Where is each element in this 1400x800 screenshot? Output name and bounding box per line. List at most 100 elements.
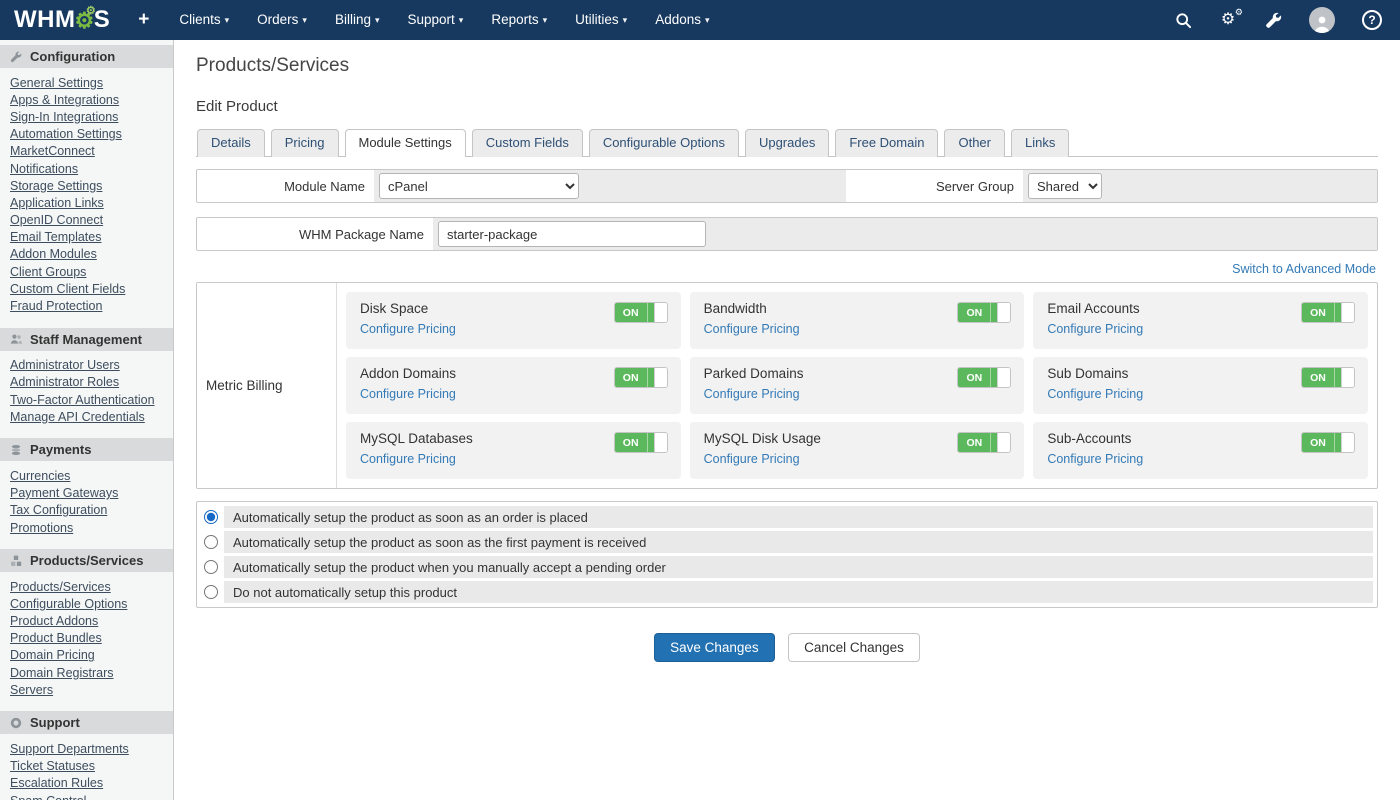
sidebar-item-administrator-roles[interactable]: Administrator Roles (0, 374, 173, 391)
sidebar-item-tax-configuration[interactable]: Tax Configuration (0, 502, 173, 519)
nav-item-billing[interactable]: Billing ▾ (321, 0, 394, 41)
sidebar-item-two-factor-authentication[interactable]: Two-Factor Authentication (0, 391, 173, 408)
toggle-knob (990, 368, 997, 387)
sidebar-item-manage-api-credentials[interactable]: Manage API Credentials (0, 408, 173, 425)
nav-item-label: Billing (335, 12, 371, 27)
sidebar-item-custom-client-fields[interactable]: Custom Client Fields (0, 280, 173, 297)
configure-pricing-link[interactable]: Configure Pricing (360, 322, 456, 336)
cancel-changes-button[interactable]: Cancel Changes (788, 633, 920, 662)
nav-item-label: Reports (491, 12, 538, 27)
metric-toggle[interactable]: ON (1301, 367, 1355, 388)
user-avatar[interactable] (1309, 7, 1335, 33)
sidebar-item-ticket-statuses[interactable]: Ticket Statuses (0, 758, 173, 775)
setup-option-row: Do not automatically setup this product (201, 581, 1373, 603)
metric-billing-label: Metric Billing (197, 283, 337, 488)
sidebar-item-fraud-protection[interactable]: Fraud Protection (0, 297, 173, 314)
setup-option-radio[interactable] (204, 510, 218, 524)
sidebar-item-storage-settings[interactable]: Storage Settings (0, 177, 173, 194)
configure-pricing-link[interactable]: Configure Pricing (360, 387, 456, 401)
sidebar-item-payment-gateways[interactable]: Payment Gateways (0, 485, 173, 502)
tab-configurable-options[interactable]: Configurable Options (589, 129, 739, 157)
nav-item-utilities[interactable]: Utilities▾ (561, 0, 641, 41)
automation-status-gears-icon[interactable]: ⚙⚙ (1219, 11, 1237, 29)
action-buttons: Save Changes Cancel Changes (196, 633, 1378, 662)
switch-advanced-mode-link[interactable]: Switch to Advanced Mode (1232, 262, 1376, 276)
nav-item-reports[interactable]: Reports▾ (477, 0, 561, 41)
sidebar-item-products-services[interactable]: Products/Services (0, 578, 173, 595)
server-group-select[interactable]: Shared (1028, 173, 1102, 199)
whm-package-name-input[interactable] (438, 221, 706, 247)
nav-item-orders[interactable]: Orders▾ (243, 0, 321, 41)
setup-option-radio[interactable] (204, 560, 218, 574)
tab-links[interactable]: Links (1011, 129, 1069, 157)
sidebar-item-support-departments[interactable]: Support Departments (0, 740, 173, 757)
module-name-select[interactable]: cPanel (379, 173, 579, 199)
sidebar-section-staff-management: Staff ManagementAdministrator UsersAdmin… (0, 328, 173, 428)
toggle-off-track (1341, 368, 1354, 387)
tab-module-settings[interactable]: Module Settings (345, 129, 466, 157)
sidebar-item-marketconnect[interactable]: MarketConnect (0, 143, 173, 160)
system-wrench-icon[interactable] (1264, 11, 1282, 29)
configure-pricing-link[interactable]: Configure Pricing (704, 322, 800, 336)
users-icon (10, 333, 22, 345)
sidebar-item-openid-connect[interactable]: OpenID Connect (0, 212, 173, 229)
configure-pricing-link[interactable]: Configure Pricing (1047, 452, 1143, 466)
configure-pricing-link[interactable]: Configure Pricing (704, 452, 800, 466)
tab-details[interactable]: Details (197, 129, 265, 157)
sidebar-item-configurable-options[interactable]: Configurable Options (0, 595, 173, 612)
setup-option-label: Automatically setup the product when you… (224, 556, 1373, 578)
sidebar-item-domain-registrars[interactable]: Domain Registrars (0, 664, 173, 681)
sidebar-link-list: Administrator UsersAdministrator RolesTw… (0, 351, 173, 428)
sidebar-item-spam-control[interactable]: Spam Control (0, 792, 173, 800)
configure-pricing-link[interactable]: Configure Pricing (704, 387, 800, 401)
sidebar-item-notifications[interactable]: Notifications (0, 160, 173, 177)
sidebar-item-general-settings[interactable]: General Settings (0, 74, 173, 91)
whmcs-logo[interactable]: WHM⚙S ⚙ (14, 6, 110, 34)
sidebar-item-promotions[interactable]: Promotions (0, 519, 173, 536)
metric-toggle[interactable]: ON (957, 367, 1011, 388)
nav-item-label: Orders (257, 12, 298, 27)
sidebar-item-product-bundles[interactable]: Product Bundles (0, 630, 173, 647)
sidebar-item-email-templates[interactable]: Email Templates (0, 229, 173, 246)
metric-toggle[interactable]: ON (957, 432, 1011, 453)
configure-pricing-link[interactable]: Configure Pricing (360, 452, 456, 466)
sidebar-item-sign-in-integrations[interactable]: Sign-In Integrations (0, 108, 173, 125)
sidebar-item-apps-integrations[interactable]: Apps & Integrations (0, 91, 173, 108)
sidebar-item-domain-pricing[interactable]: Domain Pricing (0, 647, 173, 664)
sidebar-item-escalation-rules[interactable]: Escalation Rules (0, 775, 173, 792)
sidebar-item-automation-settings[interactable]: Automation Settings (0, 126, 173, 143)
sidebar-item-currencies[interactable]: Currencies (0, 467, 173, 484)
tab-upgrades[interactable]: Upgrades (745, 129, 829, 157)
metric-toggle[interactable]: ON (614, 302, 668, 323)
sidebar-item-application-links[interactable]: Application Links (0, 194, 173, 211)
tab-free-domain[interactable]: Free Domain (835, 129, 938, 157)
save-changes-button[interactable]: Save Changes (654, 633, 775, 662)
configure-pricing-link[interactable]: Configure Pricing (1047, 322, 1143, 336)
search-icon[interactable] (1174, 11, 1192, 29)
tab-pricing[interactable]: Pricing (271, 129, 339, 157)
nav-item-addons[interactable]: Addons▾ (641, 0, 723, 41)
sidebar-item-addon-modules[interactable]: Addon Modules (0, 246, 173, 263)
nav-item-support[interactable]: Support▾ (394, 0, 478, 41)
sidebar-item-client-groups[interactable]: Client Groups (0, 263, 173, 280)
sidebar-item-servers[interactable]: Servers (0, 681, 173, 698)
metric-toggle[interactable]: ON (614, 432, 668, 453)
nav-item-clients[interactable]: Clients▾ (165, 0, 243, 41)
metric-toggle[interactable]: ON (614, 367, 668, 388)
sidebar-item-administrator-users[interactable]: Administrator Users (0, 357, 173, 374)
setup-option-row: Automatically setup the product as soon … (201, 531, 1373, 553)
quick-add-button[interactable]: + (138, 9, 149, 31)
help-icon[interactable]: ? (1362, 10, 1382, 30)
sidebar-link-list: Support DepartmentsTicket StatusesEscala… (0, 734, 173, 800)
tab-other[interactable]: Other (944, 129, 1005, 157)
metric-toggle[interactable]: ON (957, 302, 1011, 323)
metric-toggle[interactable]: ON (1301, 432, 1355, 453)
metric-toggle[interactable]: ON (1301, 302, 1355, 323)
sidebar-item-product-addons[interactable]: Product Addons (0, 613, 173, 630)
setup-option-radio[interactable] (204, 585, 218, 599)
toggle-off-track (1341, 303, 1354, 322)
configure-pricing-link[interactable]: Configure Pricing (1047, 387, 1143, 401)
tab-custom-fields[interactable]: Custom Fields (472, 129, 583, 157)
setup-option-radio[interactable] (204, 535, 218, 549)
chevron-down-icon: ▾ (375, 15, 380, 25)
